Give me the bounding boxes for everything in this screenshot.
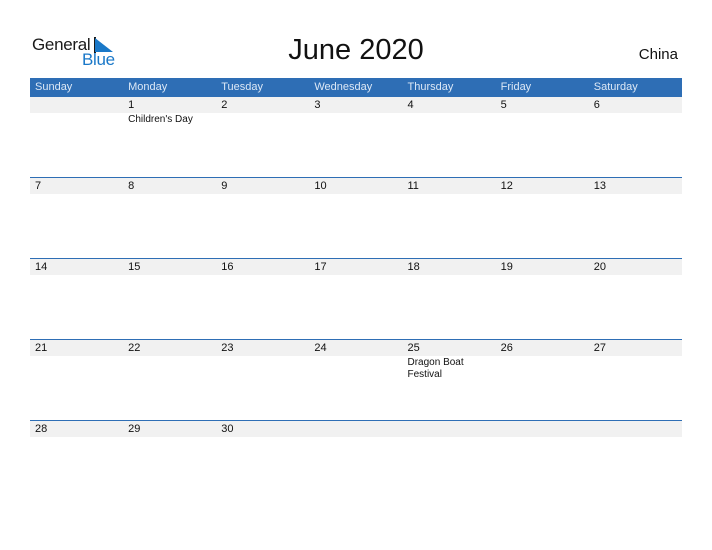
day-number: 2 xyxy=(221,99,228,111)
day-cell xyxy=(403,421,496,501)
weekday-tuesday: Tuesday xyxy=(221,81,264,93)
day-cell: 15 xyxy=(123,259,216,339)
day-number: 13 xyxy=(593,180,606,192)
day-number: 23 xyxy=(221,342,234,354)
day-cell: 21 xyxy=(30,340,123,420)
day-number: 5 xyxy=(500,99,507,111)
day-cell: 23 xyxy=(216,340,309,420)
day-cell xyxy=(589,421,682,501)
day-number: 10 xyxy=(314,180,327,192)
day-number: 8 xyxy=(128,180,135,192)
day-cell xyxy=(309,421,402,501)
day-cell: 27 xyxy=(589,340,682,420)
day-cell: 11 xyxy=(403,178,496,258)
day-cell: 1 Children's Day xyxy=(123,97,216,177)
day-cell: 9 xyxy=(216,178,309,258)
weekday-thursday: Thursday xyxy=(407,81,454,93)
day-cell xyxy=(496,421,589,501)
day-cell: 4 xyxy=(403,97,496,177)
day-cell: 25 Dragon Boat Festival xyxy=(403,340,496,420)
day-number: 6 xyxy=(593,99,600,111)
day-cell: 20 xyxy=(589,259,682,339)
week-cells: 7 8 9 10 11 12 13 xyxy=(30,178,682,258)
day-cell: 19 xyxy=(496,259,589,339)
day-cell: 26 xyxy=(496,340,589,420)
holiday-label: Children's Day xyxy=(128,114,193,125)
day-cell: 18 xyxy=(403,259,496,339)
day-number: 9 xyxy=(221,180,228,192)
day-cell: 14 xyxy=(30,259,123,339)
day-cell: 5 xyxy=(496,97,589,177)
day-number: 29 xyxy=(128,423,141,435)
day-cell: 10 xyxy=(309,178,402,258)
day-number: 28 xyxy=(35,423,48,435)
day-cell: 24 xyxy=(309,340,402,420)
country-label: China xyxy=(638,46,678,63)
weekday-monday: Monday xyxy=(128,81,168,93)
day-number: 24 xyxy=(314,342,327,354)
day-cell: 29 xyxy=(123,421,216,501)
day-number: 16 xyxy=(221,261,234,273)
day-number: 19 xyxy=(500,261,513,273)
day-number: 17 xyxy=(314,261,327,273)
day-number: 30 xyxy=(221,423,234,435)
weekday-header: Sunday Monday Tuesday Wednesday Thursday… xyxy=(30,78,682,96)
day-number: 4 xyxy=(407,99,414,111)
week-row: 14 15 16 17 18 19 20 xyxy=(30,258,682,339)
day-number: 22 xyxy=(128,342,141,354)
day-number: 26 xyxy=(500,342,513,354)
week-cells: 28 29 30 xyxy=(30,421,682,501)
day-number: 3 xyxy=(314,99,321,111)
day-number: 20 xyxy=(593,261,606,273)
week-row: 21 22 23 24 25 Dragon Boat Festival 26 27 xyxy=(30,339,682,420)
holiday-label: Dragon Boat Festival xyxy=(407,357,464,380)
weekday-wednesday: Wednesday xyxy=(314,81,373,93)
day-cell: 28 xyxy=(30,421,123,501)
day-cell: 13 xyxy=(589,178,682,258)
day-cell: 16 xyxy=(216,259,309,339)
weekday-friday: Friday xyxy=(500,81,532,93)
day-cell: 22 xyxy=(123,340,216,420)
day-number: 18 xyxy=(407,261,420,273)
week-row: 1 Children's Day 2 3 4 5 6 xyxy=(30,96,682,177)
day-number: 12 xyxy=(500,180,513,192)
day-cell: 30 xyxy=(216,421,309,501)
day-number: 25 xyxy=(407,342,420,354)
day-number: 7 xyxy=(35,180,42,192)
day-cell: 17 xyxy=(309,259,402,339)
day-cell xyxy=(30,97,123,177)
day-cell: 3 xyxy=(309,97,402,177)
day-cell: 8 xyxy=(123,178,216,258)
day-number: 14 xyxy=(35,261,48,273)
day-cell: 6 xyxy=(589,97,682,177)
week-cells: 14 15 16 17 18 19 20 xyxy=(30,259,682,339)
weekday-sunday: Sunday xyxy=(35,81,73,93)
day-number: 27 xyxy=(593,342,606,354)
day-number: 1 xyxy=(128,99,135,111)
week-cells: 1 Children's Day 2 3 4 5 6 xyxy=(30,97,682,177)
week-row: 28 29 30 xyxy=(30,420,682,501)
day-cell: 12 xyxy=(496,178,589,258)
week-cells: 21 22 23 24 25 Dragon Boat Festival 26 27 xyxy=(30,340,682,420)
day-cell: 7 xyxy=(30,178,123,258)
day-cell: 2 xyxy=(216,97,309,177)
day-number: 21 xyxy=(35,342,48,354)
calendar-title: June 2020 xyxy=(288,34,424,66)
week-row: 7 8 9 10 11 12 13 xyxy=(30,177,682,258)
day-number: 11 xyxy=(407,180,419,192)
weekday-saturday: Saturday xyxy=(593,81,638,93)
day-number: 15 xyxy=(128,261,141,273)
